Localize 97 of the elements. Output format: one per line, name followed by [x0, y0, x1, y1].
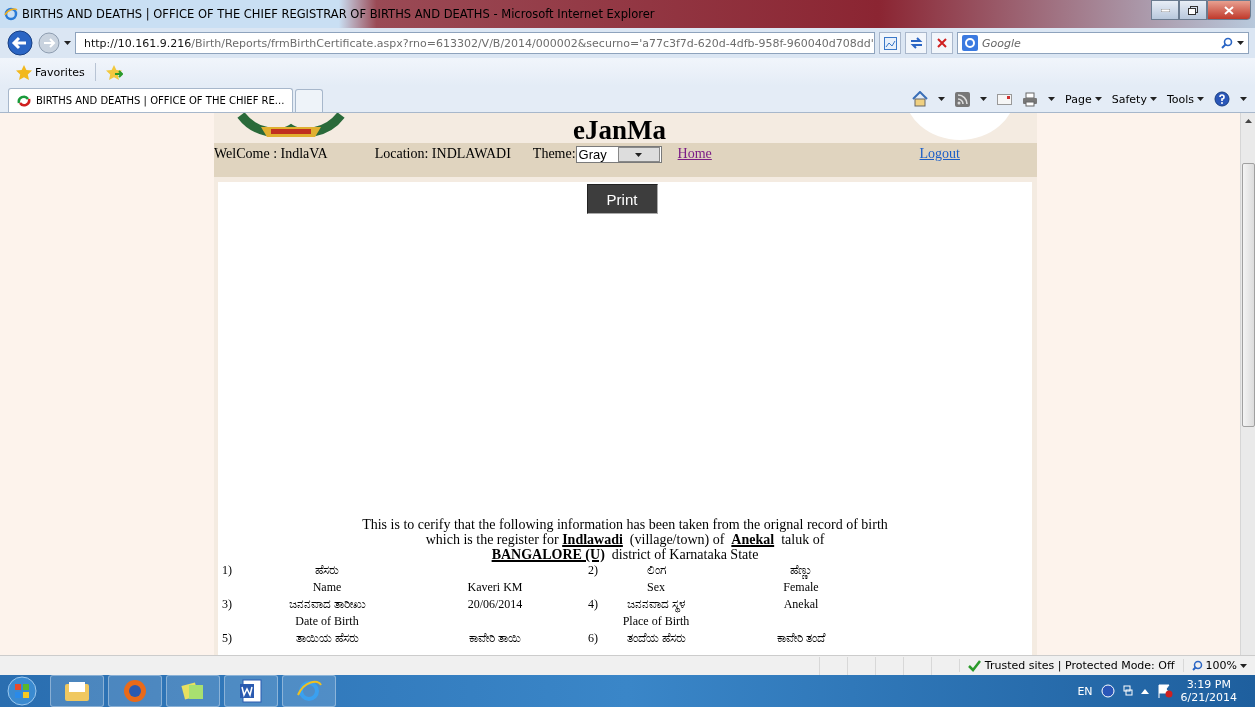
taskbar-app[interactable] — [108, 675, 162, 707]
flag-icon[interactable] — [1156, 684, 1173, 698]
dropdown-caret-icon[interactable] — [1240, 97, 1247, 101]
minimize-icon — [1160, 8, 1170, 12]
caret-icon — [1197, 97, 1204, 101]
dropdown-caret-icon[interactable] — [1240, 663, 1247, 668]
field-label: ಹೆಸರು — [314, 562, 340, 579]
browser-logo-icon — [4, 7, 18, 21]
windows-logo-icon — [7, 676, 37, 706]
folder-icon — [65, 680, 89, 702]
network-icon[interactable] — [1122, 685, 1133, 697]
command-menu[interactable]: Page — [1065, 92, 1102, 106]
compatibility-button[interactable] — [879, 32, 901, 54]
rss-feed-icon[interactable] — [955, 91, 971, 107]
back-button[interactable] — [6, 29, 34, 57]
caret-icon — [1094, 97, 1102, 101]
field-value: Kaveri KM — [466, 579, 524, 596]
field-value: Anekal — [782, 596, 820, 613]
field-label: ಲಿಂಗ — [645, 562, 667, 579]
site-title: eJanMa — [573, 117, 666, 143]
certificate-text: This is to cerify that the following information has been taken from the orignal record of birth — [362, 517, 888, 532]
search-provider-icon — [962, 35, 978, 51]
restore-icon — [1188, 5, 1198, 15]
field-value: ಕಾವೇರಿ ತಾಯಿ — [468, 630, 522, 647]
taskbar-app[interactable] — [166, 675, 220, 707]
dropdown-caret-icon[interactable] — [1237, 41, 1244, 45]
star-icon — [16, 64, 32, 80]
checkmark-icon — [967, 659, 981, 672]
favorites-button[interactable]: Favorites — [16, 64, 85, 80]
dropdown-caret-icon[interactable] — [980, 97, 988, 101]
dropdown-caret-icon[interactable] — [635, 152, 643, 157]
item-number: 6) — [588, 630, 599, 647]
site-logo-icon — [17, 94, 31, 107]
language-indicator[interactable]: EN — [1077, 684, 1093, 698]
page-icon — [883, 36, 897, 50]
refresh-button[interactable] — [905, 32, 927, 54]
security-zone[interactable]: Trusted sites | Protected Mode: Off — [958, 659, 1183, 672]
notes-icon — [181, 680, 205, 702]
certificate-text: which is the register for Indlawadi (village/town) of Anekal taluk of — [425, 532, 825, 547]
item-number: 4) — [588, 596, 599, 613]
dropdown-caret-icon[interactable] — [938, 97, 946, 101]
field-label: Sex — [646, 579, 666, 596]
history-caret-icon[interactable] — [64, 41, 71, 45]
location-text: Location: INDLAWADI — [374, 146, 511, 162]
field-label: ತಾಯಿಯ ಹೆಸರು — [294, 630, 360, 647]
address-field[interactable]: http://10.161.9.216/Birth/Reports/frmBirthCertificate.aspx?rno=613302/V/B/2014/000002&securno='a77c3f7d-620d-4dfb-958f-960040d708dd' — [75, 32, 875, 54]
minimize-button[interactable] — [1151, 0, 1179, 20]
document-icon — [239, 679, 263, 703]
scroll-up-icon[interactable] — [1244, 119, 1252, 123]
theme-label: Theme: — [532, 146, 576, 162]
field-label: ತಂದೆಯ ಹೆಸರು — [625, 630, 687, 647]
taskbar-app[interactable] — [50, 675, 104, 707]
command-menu[interactable]: Safety — [1111, 92, 1157, 106]
dropdown-caret-icon[interactable] — [1048, 97, 1056, 101]
mail-icon[interactable] — [997, 93, 1013, 105]
certificate-text: BANGALORE (U) district of Karnataka State — [491, 547, 759, 562]
field-label: ಜನನವಾದ ಸ್ಥಳ — [625, 596, 687, 613]
close-button[interactable] — [1207, 0, 1251, 20]
stop-button[interactable] — [931, 32, 953, 54]
print-button[interactable]: Print — [586, 184, 658, 214]
printer-icon[interactable] — [1022, 91, 1039, 107]
home-icon[interactable] — [912, 91, 929, 107]
show-hidden-icon[interactable] — [1140, 688, 1149, 694]
logout-link[interactable]: Logout — [919, 146, 960, 162]
search-field[interactable]: Google — [957, 32, 1249, 54]
restore-button[interactable] — [1179, 0, 1207, 20]
field-value: 20/06/2014 — [466, 596, 524, 613]
close-icon — [1224, 5, 1234, 15]
field-value: ಹೆಣ್ಣು — [788, 562, 814, 579]
search-icon[interactable] — [1221, 37, 1233, 49]
welcome-text: WelCome : IndlaVA — [214, 146, 328, 162]
add-favorite-icon[interactable] — [105, 64, 123, 80]
command-menu[interactable]: Tools — [1166, 92, 1204, 106]
start-button[interactable] — [4, 676, 40, 706]
theme-dropdown[interactable]: Gray — [575, 146, 662, 163]
field-value: ಕಾವೇರಿ ತಂದೆ — [776, 630, 827, 647]
caret-icon — [1149, 97, 1157, 101]
home-link[interactable]: Home — [677, 146, 712, 162]
field-value: Female — [782, 579, 820, 596]
item-number: 3) — [222, 596, 233, 613]
zoom-icon — [1191, 660, 1203, 671]
window-title: BIRTHS AND DEATHS | OFFICE OF THE CHIEF REGISTRAR OF BIRTHS AND DEATHS - Microsoft Internet Explorer — [22, 7, 655, 21]
field-label: Name — [311, 579, 343, 596]
field-label: Place of Birth — [621, 613, 691, 630]
item-number: 5) — [222, 630, 233, 647]
scrollbar[interactable] — [1240, 113, 1255, 655]
clock[interactable]: 3:19 PM 6/21/2014 — [1180, 678, 1237, 704]
browser-tab[interactable]: BIRTHS AND DEATHS | OFFICE OF THE CHIEF RE... — [8, 88, 294, 112]
close-icon — [937, 38, 947, 48]
browser-logo-icon — [296, 679, 322, 703]
zoom-level[interactable]: 100% — [1182, 659, 1255, 672]
taskbar-app[interactable] — [224, 675, 278, 707]
item-number: 2) — [588, 562, 599, 579]
refresh-icon — [909, 37, 923, 49]
item-number: 1) — [222, 562, 233, 579]
field-label: ಜನನವಾದ ತಾರೀಖು — [287, 596, 367, 613]
field-label: Date of Birth — [294, 613, 360, 630]
